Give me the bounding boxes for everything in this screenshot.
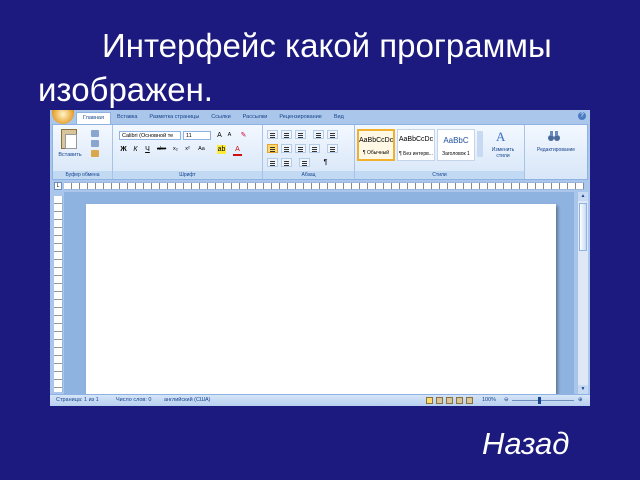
clipboard-group: Вставить Буфер обмена [53,125,113,179]
tab-mailings[interactable]: Рассылки [237,112,274,124]
scroll-up-icon[interactable]: ▲ [578,192,588,201]
style-name: Заголовок 1 [442,151,470,157]
paste-icon[interactable] [61,129,77,149]
zoom-level[interactable]: 100% [482,397,496,403]
bold-icon[interactable]: Ж [119,145,128,154]
outline-icon[interactable] [456,397,463,404]
draft-icon[interactable] [466,397,473,404]
slide-title: Интерфейс какой программы изображен. [38,27,552,108]
justify-icon[interactable] [309,144,320,153]
shading-icon[interactable] [267,158,278,167]
ribbon: Вставить Буфер обмена Calibri (Основной … [52,124,588,180]
multilevel-icon[interactable] [295,130,306,139]
scroll-thumb[interactable] [579,203,587,251]
clear-format-icon[interactable]: ✎ [239,131,248,140]
cut-icon[interactable] [91,130,99,137]
binoculars-icon[interactable] [547,129,561,143]
sort-icon[interactable] [299,158,310,167]
format-painter-icon[interactable] [91,150,99,157]
numbering-icon[interactable] [281,130,292,139]
bullets-icon[interactable] [267,130,278,139]
style-name: ¶ Обычный [362,150,390,156]
style-heading-1[interactable]: AaBbC Заголовок 1 [437,129,475,161]
paste-button[interactable]: Вставить [55,152,85,158]
status-page[interactable]: Страница: 1 из 1 [56,397,99,403]
zoom-slider[interactable] [512,400,574,401]
status-language[interactable]: английский (США) [164,397,211,403]
help-icon[interactable]: ? [578,112,586,120]
highlight-icon[interactable]: ab [217,145,226,154]
paragraph-group-label: Абзац [263,171,354,179]
change-styles-icon[interactable]: A [495,129,509,143]
zoom-in-icon[interactable]: ⊕ [578,397,583,403]
italic-icon[interactable]: К [131,145,140,154]
ribbon-tabs: Главная Вставка Разметка страницы Ссылки… [76,112,350,125]
status-bar: Страница: 1 из 1 Число слов: 0 английски… [50,394,590,406]
superscript-icon[interactable]: x² [183,145,192,154]
clipboard-group-label: Буфер обмена [53,171,112,179]
font-group-label: Шрифт [113,171,262,179]
office-button[interactable] [52,110,74,124]
font-color-icon[interactable]: A [233,145,242,156]
change-case-icon[interactable]: Aa [197,145,206,154]
document-area [64,192,574,394]
status-words[interactable]: Число слов: 0 [116,397,151,403]
align-right-icon[interactable] [295,144,306,153]
paragraph-group: ¶ Абзац [263,125,355,179]
styles-group: AaBbCcDc ¶ Обычный AaBbCcDc ¶ Без интерв… [355,125,525,179]
styles-group-label: Стили [355,171,524,179]
tab-page-layout[interactable]: Разметка страницы [143,112,205,124]
copy-icon[interactable] [91,140,99,147]
scroll-down-icon[interactable]: ▼ [578,385,588,394]
ruler-toggle[interactable]: L [54,182,62,190]
align-left-icon[interactable] [267,144,278,153]
vertical-ruler [54,196,63,392]
borders-icon[interactable] [281,158,292,167]
back-link[interactable]: Назад [482,426,569,462]
align-center-icon[interactable] [281,144,292,153]
change-styles-button[interactable]: Изменить стили [485,147,521,159]
tab-view[interactable]: Вид [328,112,350,124]
tab-insert[interactable]: Вставка [111,112,143,124]
editing-button[interactable]: Редактирование [525,147,587,153]
shrink-font-icon[interactable]: A [225,131,234,140]
increase-indent-icon[interactable] [327,130,338,139]
vertical-scrollbar[interactable]: ▲ ▼ [577,192,588,394]
pilcrow-icon[interactable]: ¶ [321,158,330,167]
editing-group: Редактирование [525,125,587,179]
word-window: Главная Вставка Разметка страницы Ссылки… [50,110,590,406]
style-no-spacing[interactable]: AaBbCcDc ¶ Без интерв... [397,129,435,161]
line-spacing-icon[interactable] [327,144,338,153]
decrease-indent-icon[interactable] [313,130,324,139]
subscript-icon[interactable]: x₂ [171,145,180,154]
zoom-thumb[interactable] [538,397,541,404]
horizontal-ruler[interactable] [64,182,584,190]
tab-references[interactable]: Ссылки [205,112,236,124]
font-group: Calibri (Основной те 11 A A ✎ Ж К Ч abe … [113,125,263,179]
font-size-select[interactable]: 11 [183,131,211,140]
font-name-select[interactable]: Calibri (Основной те [119,131,181,140]
styles-scroll-icon[interactable] [477,131,483,157]
underline-icon[interactable]: Ч [143,145,152,154]
tab-review[interactable]: Рецензирование [273,112,327,124]
web-layout-icon[interactable] [446,397,453,404]
full-screen-icon[interactable] [436,397,443,404]
print-layout-icon[interactable] [426,397,433,404]
strikethrough-icon[interactable]: abe [157,145,166,154]
grow-font-icon[interactable]: A [215,131,224,140]
zoom-out-icon[interactable]: ⊖ [504,397,509,403]
svg-text:A: A [496,129,506,143]
style-sample: AaBbC [443,136,469,145]
style-sample: AaBbCcDc [398,136,434,143]
style-normal[interactable]: AaBbCcDc ¶ Обычный [357,129,395,161]
style-sample: AaBbCcDc [359,137,394,144]
document-page[interactable] [86,204,556,394]
style-name: ¶ Без интерв... [399,151,433,157]
